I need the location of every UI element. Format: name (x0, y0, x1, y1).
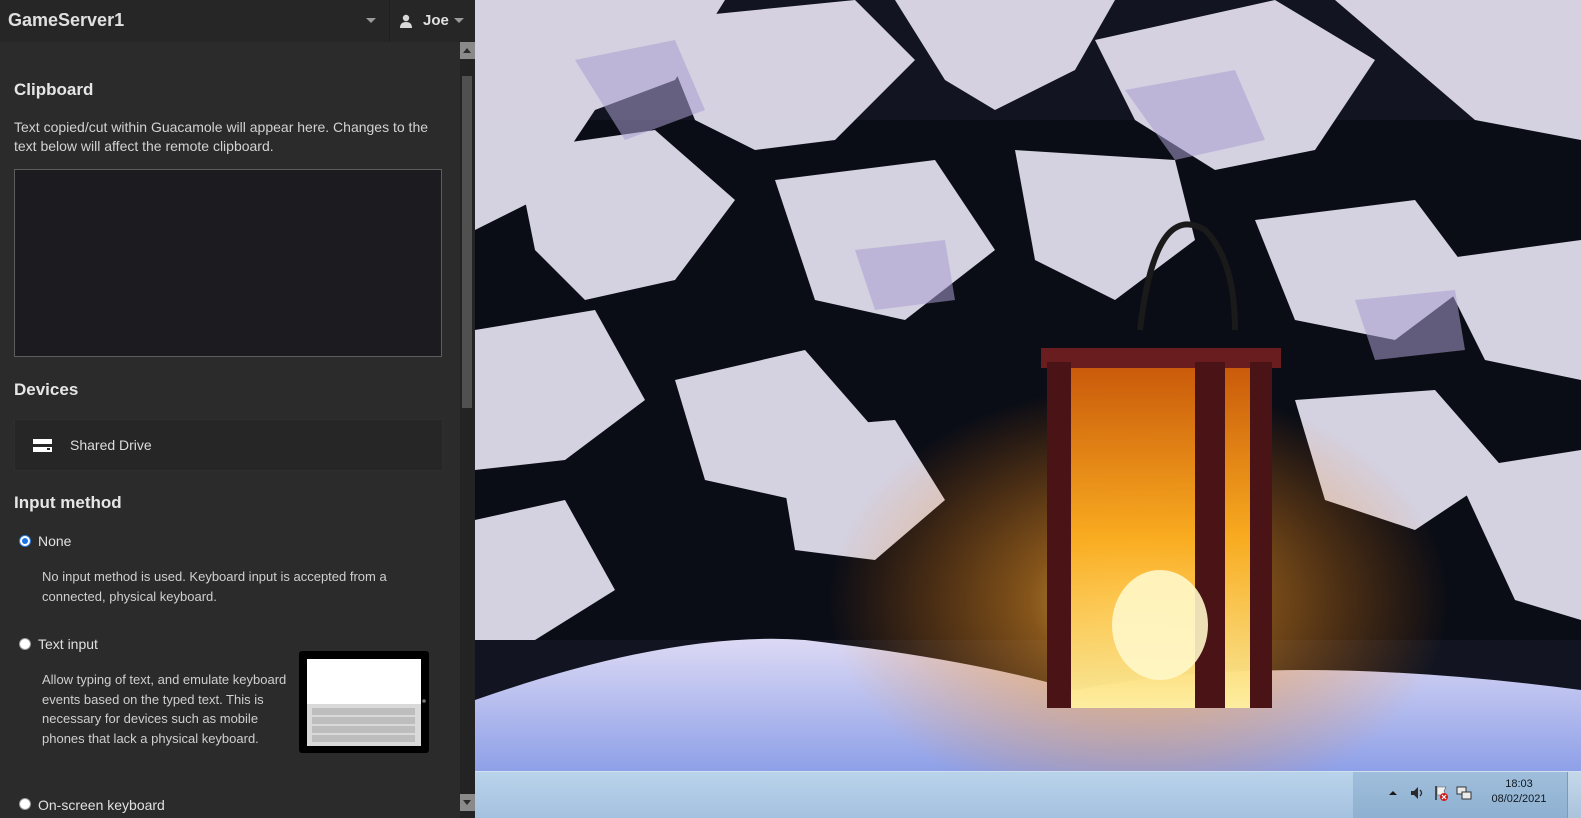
scroll-thumb[interactable] (462, 76, 472, 408)
device-shared-drive[interactable]: Shared Drive (14, 419, 443, 471)
scroll-up-arrow-icon[interactable] (460, 42, 475, 59)
option-description-none: No input method is used. Keyboard input … (42, 569, 387, 604)
clock-date: 08/02/2021 (1491, 793, 1547, 805)
clipboard-title: Clipboard (14, 80, 94, 99)
user-icon (400, 14, 412, 28)
option-label-text-input[interactable]: Text input (38, 636, 98, 652)
device-label: Shared Drive (70, 437, 152, 453)
clock-time: 18:03 (1505, 778, 1533, 790)
menu-scrollbar[interactable] (460, 42, 475, 818)
windows-taskbar[interactable]: 18:03 08/02/2021 (475, 771, 1581, 818)
username: Joe (423, 12, 449, 29)
radio-none[interactable] (19, 535, 31, 547)
taskbar-clock[interactable]: 18:03 08/02/2021 (1479, 777, 1559, 807)
volume-icon[interactable] (1409, 784, 1425, 802)
chevron-down-icon (454, 18, 464, 23)
radio-on-screen-keyboard[interactable] (19, 798, 31, 810)
scroll-down-arrow-icon[interactable] (460, 794, 475, 811)
user-menu-button[interactable]: Joe (389, 0, 471, 42)
menu-header: GameServer1 Joe (0, 0, 475, 42)
desktop-wallpaper (475, 0, 1581, 771)
chevron-down-icon (366, 18, 376, 23)
guacamole-menu: GameServer1 Joe Clipboard Text copied/cu… (0, 0, 475, 818)
option-description-text-input: Allow typing of text, and emulate keyboa… (42, 672, 287, 746)
option-label-none[interactable]: None (38, 533, 71, 549)
tablet-keyboard-illustration (299, 651, 429, 753)
connection-name: GameServer1 (8, 10, 125, 30)
menu-body: Clipboard Text copied/cut within Guacamo… (0, 42, 460, 818)
option-label-on-screen-keyboard[interactable]: On-screen keyboard (38, 797, 165, 813)
flag-alert-icon[interactable] (1433, 784, 1449, 802)
network-icon[interactable] (1456, 784, 1472, 802)
clipboard-textarea[interactable] (14, 169, 442, 357)
drive-icon (33, 439, 52, 452)
devices-title: Devices (14, 380, 79, 399)
remote-desktop[interactable]: 18:03 08/02/2021 (475, 0, 1581, 818)
input-method-title: Input method (14, 493, 122, 512)
show-desktop-button[interactable] (1567, 772, 1581, 818)
connection-dropdown-button[interactable] (354, 0, 388, 42)
chevron-up-icon[interactable] (1385, 784, 1401, 802)
clipboard-description: Text copied/cut within Guacamole will ap… (14, 119, 429, 154)
radio-text-input[interactable] (19, 638, 31, 650)
